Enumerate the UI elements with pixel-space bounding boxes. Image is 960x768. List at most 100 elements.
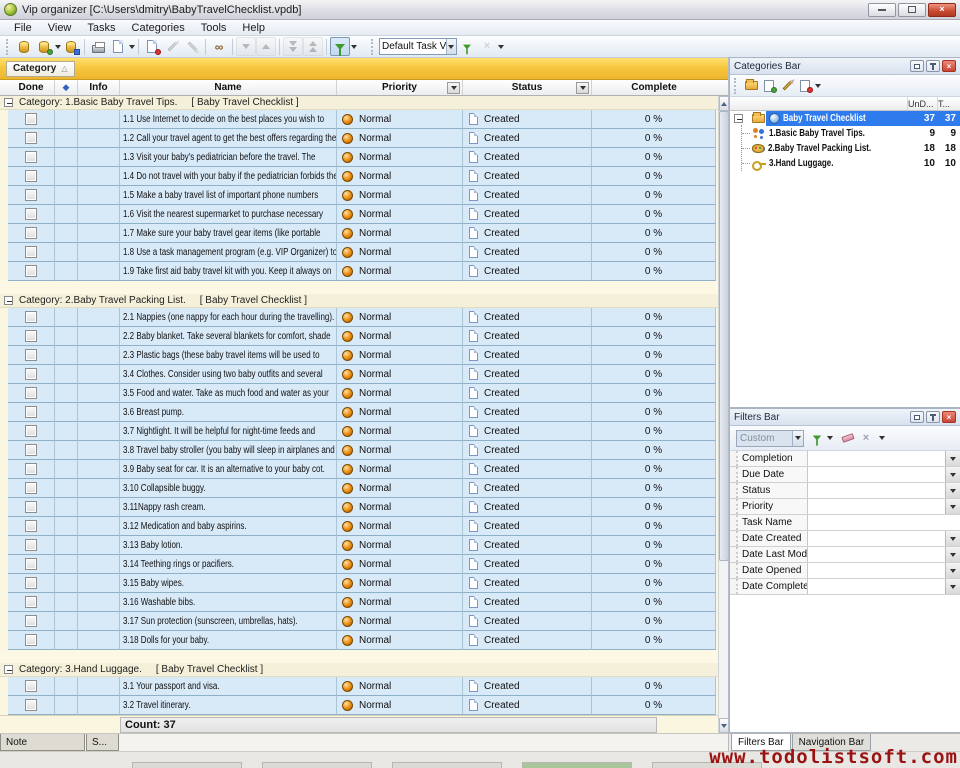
task-checkbox[interactable] xyxy=(25,482,37,494)
task-status-cell[interactable]: Created xyxy=(463,308,592,327)
menu-item-categories[interactable]: Categories xyxy=(124,20,193,36)
task-row[interactable]: 3.17 Sun protection (sunscreen, umbrella… xyxy=(0,612,718,631)
task-priority-cell[interactable]: Normal xyxy=(337,129,463,148)
task-priority-cell[interactable]: Normal xyxy=(337,677,463,696)
column-header-complete[interactable]: Complete xyxy=(592,80,716,95)
filter-dropdown-button[interactable] xyxy=(945,531,960,546)
task-status-cell[interactable]: Created xyxy=(463,574,592,593)
task-row[interactable]: 1.8 Use a task management program (e.g. … xyxy=(0,243,718,262)
column-header-done[interactable]: Done xyxy=(8,80,55,95)
task-priority-cell[interactable]: Normal xyxy=(337,498,463,517)
task-priority-cell[interactable]: Normal xyxy=(337,167,463,186)
tab-s[interactable]: S... xyxy=(86,734,119,751)
task-checkbox[interactable] xyxy=(25,349,37,361)
category-tree-item[interactable]: 1.Basic Baby Travel Tips.99 xyxy=(730,126,960,141)
task-row[interactable]: 3.14 Teething rings or pacifiers.NormalC… xyxy=(0,555,718,574)
task-row[interactable]: 3.15 Baby wipes.NormalCreated0 % xyxy=(0,574,718,593)
category-group-header[interactable]: Category: 3.Hand Luggage.[ Baby Travel C… xyxy=(0,663,718,677)
categories-overflow-icon[interactable] xyxy=(815,84,821,88)
print-preview-button[interactable] xyxy=(108,37,128,56)
filter-dropdown-button[interactable] xyxy=(945,467,960,482)
panel-restore-button[interactable] xyxy=(910,411,924,423)
tree-row-selected[interactable]: Baby Travel Checklist3737 xyxy=(766,111,960,126)
task-priority-cell[interactable]: Normal xyxy=(337,403,463,422)
menu-item-file[interactable]: File xyxy=(6,20,40,36)
status-filter-button[interactable] xyxy=(576,82,589,94)
print-button[interactable] xyxy=(88,37,108,56)
category-group-header[interactable]: Category: 1.Basic Baby Travel Tips.[ Bab… xyxy=(0,96,718,110)
toolbar-grip[interactable] xyxy=(6,39,10,55)
task-checkbox[interactable] xyxy=(25,246,37,258)
panel-pin-button[interactable] xyxy=(926,60,940,72)
task-row[interactable]: 2.2 Baby blanket. Take several blankets … xyxy=(0,327,718,346)
save-database-button[interactable] xyxy=(61,37,81,56)
menu-item-tasks[interactable]: Tasks xyxy=(79,20,123,36)
filter-dropdown-button[interactable] xyxy=(945,451,960,466)
apply-view-button[interactable] xyxy=(457,37,477,56)
task-priority-cell[interactable]: Normal xyxy=(337,460,463,479)
task-checkbox[interactable] xyxy=(25,501,37,513)
task-checkbox[interactable] xyxy=(25,615,37,627)
task-priority-cell[interactable]: Normal xyxy=(337,205,463,224)
column-header-priority[interactable]: Priority xyxy=(337,80,463,95)
open-database-button[interactable] xyxy=(34,37,54,56)
task-priority-cell[interactable]: Normal xyxy=(337,365,463,384)
task-checkbox[interactable] xyxy=(25,189,37,201)
task-row[interactable]: 1.1 Use Internet to decide on the best p… xyxy=(0,110,718,129)
collapse-icon[interactable] xyxy=(4,296,13,305)
task-checkbox[interactable] xyxy=(25,227,37,239)
task-priority-cell[interactable]: Normal xyxy=(337,224,463,243)
task-checkbox[interactable] xyxy=(25,387,37,399)
clear-filter-button[interactable] xyxy=(839,430,857,447)
task-status-cell[interactable]: Created xyxy=(463,365,592,384)
task-row[interactable]: 1.6 Visit the nearest supermarket to pur… xyxy=(0,205,718,224)
task-checkbox[interactable] xyxy=(25,444,37,456)
filter-dropdown-button[interactable] xyxy=(945,547,960,562)
task-status-cell[interactable]: Created xyxy=(463,593,592,612)
task-row[interactable]: 1.5 Make a baby travel list of important… xyxy=(0,186,718,205)
edit-task-button[interactable] xyxy=(162,37,182,56)
task-checkbox[interactable] xyxy=(25,170,37,182)
filter-dropdown-button[interactable] xyxy=(945,483,960,498)
task-priority-cell[interactable]: Normal xyxy=(337,243,463,262)
maximize-button[interactable] xyxy=(898,3,926,17)
delete-task-button[interactable] xyxy=(182,37,202,56)
task-checkbox[interactable] xyxy=(25,680,37,692)
task-status-cell[interactable]: Created xyxy=(463,555,592,574)
task-priority-cell[interactable]: Normal xyxy=(337,148,463,167)
filter-value-input[interactable] xyxy=(808,547,945,562)
task-status-cell[interactable]: Created xyxy=(463,224,592,243)
panel-close-button[interactable]: × xyxy=(942,60,956,72)
task-status-cell[interactable]: Created xyxy=(463,422,592,441)
task-priority-cell[interactable]: Normal xyxy=(337,612,463,631)
view-task-button[interactable]: ∞ xyxy=(209,37,229,56)
task-status-cell[interactable]: Created xyxy=(463,612,592,631)
panel-close-button[interactable]: × xyxy=(942,411,956,423)
task-checkbox[interactable] xyxy=(25,265,37,277)
new-task-button[interactable] xyxy=(142,37,162,56)
minimize-button[interactable] xyxy=(868,3,896,17)
task-row[interactable]: 3.11Nappy rash cream.NormalCreated0 % xyxy=(0,498,718,517)
move-up-button[interactable] xyxy=(256,37,276,56)
category-tree-item[interactable]: Baby Travel Checklist3737 xyxy=(730,111,960,126)
task-priority-cell[interactable]: Normal xyxy=(337,327,463,346)
task-status-cell[interactable]: Created xyxy=(463,346,592,365)
task-priority-cell[interactable]: Normal xyxy=(337,593,463,612)
task-priority-cell[interactable]: Normal xyxy=(337,308,463,327)
task-row[interactable]: 3.9 Baby seat for car. It is an alternat… xyxy=(0,460,718,479)
task-row[interactable]: 3.8 Travel baby stroller (you baby will … xyxy=(0,441,718,460)
column-header-name[interactable]: Name xyxy=(120,80,337,95)
task-status-cell[interactable]: Created xyxy=(463,129,592,148)
task-row[interactable]: 3.16 Washable bibs.NormalCreated0 % xyxy=(0,593,718,612)
task-row[interactable]: 3.12 Medication and baby aspirins.Normal… xyxy=(0,517,718,536)
task-priority-cell[interactable]: Normal xyxy=(337,631,463,650)
apply-filter-dropdown-icon[interactable] xyxy=(827,436,833,440)
task-row[interactable]: 3.10 Collapsible buggy.NormalCreated0 % xyxy=(0,479,718,498)
task-status-cell[interactable]: Created xyxy=(463,327,592,346)
task-checkbox[interactable] xyxy=(25,577,37,589)
column-header-info[interactable]: Info xyxy=(78,80,120,95)
task-row[interactable]: 3.13 Baby lotion.NormalCreated0 % xyxy=(0,536,718,555)
filter-preset-dropdown[interactable] xyxy=(792,431,803,446)
task-status-cell[interactable]: Created xyxy=(463,243,592,262)
task-row[interactable]: 3.18 Dolls for your baby.NormalCreated0 … xyxy=(0,631,718,650)
